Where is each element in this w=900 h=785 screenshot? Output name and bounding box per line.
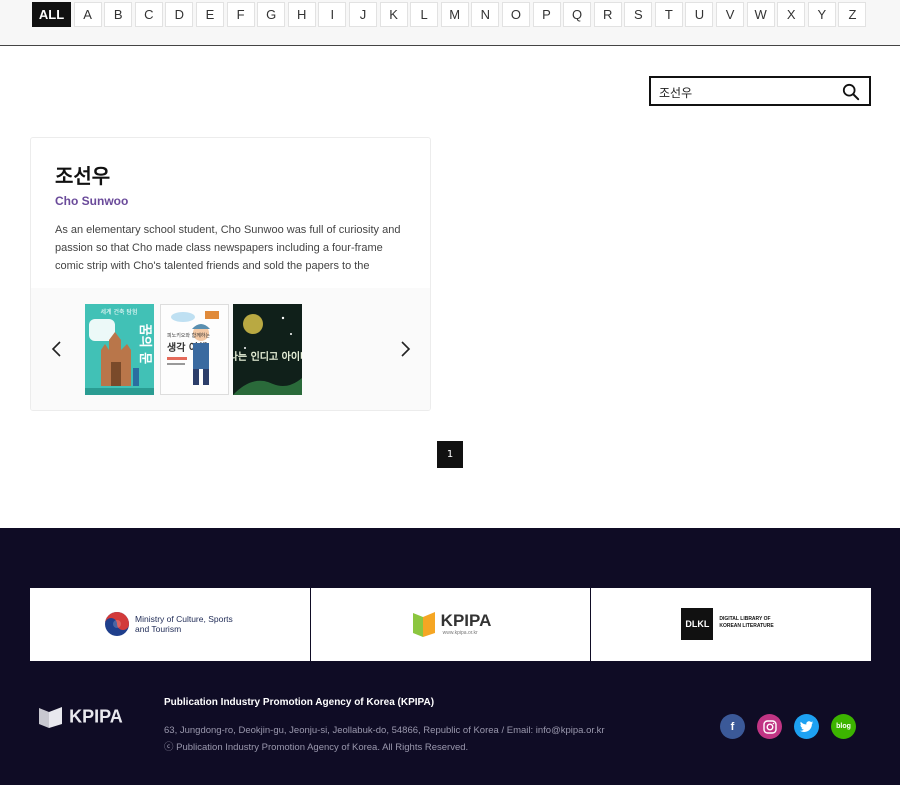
chevron-right-icon[interactable]: [397, 340, 413, 358]
alphabet-letter-j[interactable]: J: [348, 2, 377, 27]
alphabet-all-button[interactable]: ALL: [32, 2, 71, 27]
alphabet-letter-k[interactable]: K: [379, 2, 408, 27]
footer-logo: KPIPA: [38, 705, 123, 729]
search-icon[interactable]: [842, 83, 860, 101]
social-links: f blog: [720, 714, 868, 739]
dlkl-logo: DLKL: [681, 608, 714, 640]
twitter-bird-icon: [799, 720, 813, 732]
alphabet-letter-x[interactable]: X: [777, 2, 806, 27]
blog-icon[interactable]: blog: [831, 714, 856, 739]
alphabet-letter-a[interactable]: A: [73, 2, 102, 27]
alphabet-filter-bar: ALL ABCDEFGHIJKLMNOPQRSTUVWXYZ: [0, 0, 900, 46]
chevron-left-icon[interactable]: [49, 340, 65, 358]
alphabet-letter-q[interactable]: Q: [563, 2, 592, 27]
alphabet-letter-p[interactable]: P: [532, 2, 561, 27]
kpipa-logo-text: KPIPA: [440, 611, 492, 630]
alphabet-letter-d[interactable]: D: [165, 2, 194, 27]
dlkl-name: DIGITAL LIBRARY OF KOREAN LITERATURE: [719, 616, 774, 629]
ministry-name: Ministry of Culture, Sports and Tourism: [135, 614, 233, 634]
kpipa-book-icon: [412, 612, 435, 637]
book-cover-3-title: 나는 인디고 아이다: [233, 350, 302, 363]
author-card[interactable]: 조선우 Cho Sunwoo As an elementary school s…: [30, 137, 431, 411]
alphabet-letter-l[interactable]: L: [410, 2, 439, 27]
partner-kpipa[interactable]: KPIPA www.kpipa.or.kr: [310, 588, 591, 661]
alphabet-letter-h[interactable]: H: [287, 2, 316, 27]
alphabet-row: ALL ABCDEFGHIJKLMNOPQRSTUVWXYZ: [32, 2, 869, 27]
alphabet-letter-b[interactable]: B: [104, 2, 133, 27]
alphabet-letter-y[interactable]: Y: [807, 2, 836, 27]
book-cover-1[interactable]: 세계 건축 탐험 꿈의 문: [85, 304, 154, 395]
twitter-icon[interactable]: [794, 714, 819, 739]
kpipa-url: www.kpipa.or.kr: [442, 630, 478, 636]
book-cover-1-subtitle: 세계 건축 탐험: [101, 308, 138, 316]
alphabet-letter-w[interactable]: W: [746, 2, 775, 27]
partner-dlkl[interactable]: DLKL DIGITAL LIBRARY OF KOREAN LITERATUR…: [591, 588, 872, 661]
author-name-korean: 조선우: [55, 164, 111, 188]
book-cover-1-title: 꿈의 문: [137, 324, 153, 364]
book-cover-2[interactable]: 피노키오와 함께하는 생각 여행: [160, 304, 229, 395]
ministry-emblem-icon: [105, 612, 129, 636]
book-carousel: 세계 건축 탐험 꿈의 문 피노키오와 함께하는 생각 여행 는 인디고 아이: [31, 288, 430, 410]
search-box: [649, 76, 871, 106]
footer: Ministry of Culture, Sports and Tourism …: [0, 528, 900, 785]
search-input[interactable]: [659, 82, 839, 102]
author-description: As an elementary school student, Cho Sun…: [55, 224, 401, 272]
book-cover-3[interactable]: 나는 인디고 아이다: [233, 304, 302, 395]
alphabet-letter-v[interactable]: V: [716, 2, 745, 27]
alphabet-letter-c[interactable]: C: [134, 2, 163, 27]
book-cover-2-subtitle: 피노키오와 함께하는: [167, 332, 210, 339]
alphabet-letter-n[interactable]: N: [471, 2, 500, 27]
alphabet-letter-e[interactable]: E: [195, 2, 224, 27]
alphabet-letter-u[interactable]: U: [685, 2, 714, 27]
instagram-glyph-icon: [762, 719, 777, 734]
footer-address: 63, Jungdong-ro, Deokjin-gu, Jeonju-si, …: [164, 725, 605, 736]
pagination-page-1[interactable]: 1: [437, 441, 463, 468]
alphabet-letter-z[interactable]: Z: [838, 2, 867, 27]
footer-kpipa-book-icon: [39, 707, 62, 728]
partner-logos: Ministry of Culture, Sports and Tourism …: [30, 588, 872, 661]
partner-ministry[interactable]: Ministry of Culture, Sports and Tourism: [30, 588, 310, 661]
alphabet-letter-i[interactable]: I: [318, 2, 347, 27]
book-cover-3-art: 나는 인디고 아이다: [233, 304, 302, 395]
alphabet-letter-g[interactable]: G: [257, 2, 286, 27]
footer-org-name: Publication Industry Promotion Agency of…: [164, 697, 435, 708]
alphabet-letter-o[interactable]: O: [501, 2, 530, 27]
page: ALL ABCDEFGHIJKLMNOPQRSTUVWXYZ 조선우 Cho S…: [0, 0, 900, 785]
alphabet-letter-r[interactable]: R: [593, 2, 622, 27]
alphabet-letter-m[interactable]: M: [440, 2, 469, 27]
alphabet-letter-s[interactable]: S: [624, 2, 653, 27]
alphabet-letter-f[interactable]: F: [226, 2, 255, 27]
facebook-icon[interactable]: f: [720, 714, 745, 739]
alphabet-letter-t[interactable]: T: [654, 2, 683, 27]
footer-logo-text: KPIPA: [69, 706, 123, 727]
book-cover-2-art: 피노키오와 함께하는 생각 여행: [161, 305, 228, 394]
footer-copyright: ⓒ Publication Industry Promotion Agency …: [164, 742, 469, 753]
author-name-english: Cho Sunwoo: [55, 194, 129, 208]
book-cover-1-art: 세계 건축 탐험 꿈의 문: [85, 304, 154, 395]
instagram-icon[interactable]: [757, 714, 782, 739]
